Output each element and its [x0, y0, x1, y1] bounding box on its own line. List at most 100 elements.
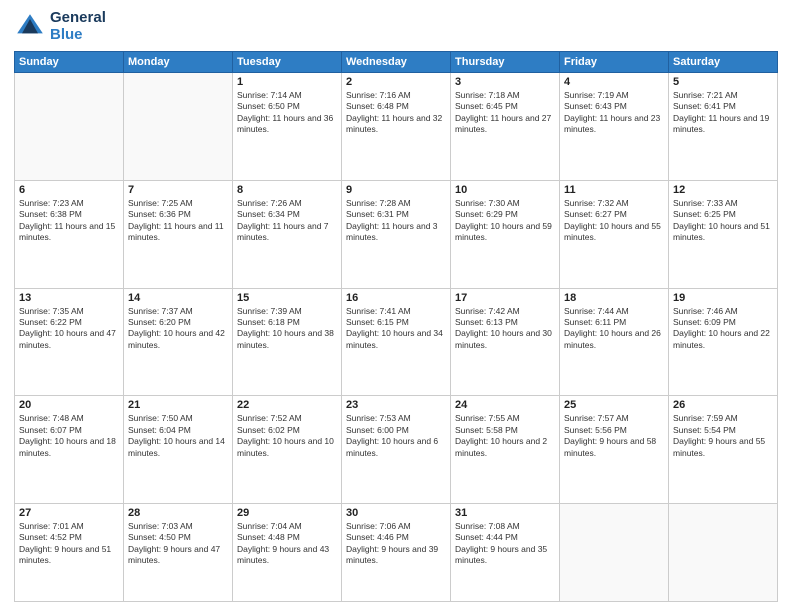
day-number: 25 [564, 399, 664, 411]
day-info: Sunrise: 7:18 AM Sunset: 6:45 PM Dayligh… [455, 90, 555, 136]
table-row [124, 73, 233, 181]
table-row: 6 Sunrise: 7:23 AM Sunset: 6:38 PM Daylig… [15, 180, 124, 288]
day-info: Sunrise: 7:06 AM Sunset: 4:46 PM Dayligh… [346, 521, 446, 567]
day-info: Sunrise: 7:14 AM Sunset: 6:50 PM Dayligh… [237, 90, 337, 136]
table-row: 30 Sunrise: 7:06 AM Sunset: 4:46 PM Dayli… [342, 504, 451, 602]
logo: General Blue [14, 10, 106, 43]
table-row: 9 Sunrise: 7:28 AM Sunset: 6:31 PM Daylig… [342, 180, 451, 288]
day-number: 10 [455, 184, 555, 196]
logo-icon [14, 11, 46, 43]
table-row: 12 Sunrise: 7:33 AM Sunset: 6:25 PM Dayli… [669, 180, 778, 288]
col-wednesday: Wednesday [342, 52, 451, 73]
table-row [15, 73, 124, 181]
day-number: 16 [346, 292, 446, 304]
day-number: 28 [128, 507, 228, 519]
day-info: Sunrise: 7:44 AM Sunset: 6:11 PM Dayligh… [564, 306, 664, 352]
day-number: 8 [237, 184, 337, 196]
day-info: Sunrise: 7:19 AM Sunset: 6:43 PM Dayligh… [564, 90, 664, 136]
day-info: Sunrise: 7:35 AM Sunset: 6:22 PM Dayligh… [19, 306, 119, 352]
table-row: 17Sunrise: 7:42 AM Sunset: 6:13 PM Dayli… [451, 288, 560, 396]
calendar-header-row: Sunday Monday Tuesday Wednesday Thursday… [15, 52, 778, 73]
table-row: 8 Sunrise: 7:26 AM Sunset: 6:34 PM Daylig… [233, 180, 342, 288]
table-row: 1 Sunrise: 7:14 AM Sunset: 6:50 PM Daylig… [233, 73, 342, 181]
day-number: 24 [455, 399, 555, 411]
day-number: 9 [346, 184, 446, 196]
table-row: 15 Sunrise: 7:39 AM Sunset: 6:18 PM Dayli… [233, 288, 342, 396]
table-row: 14 Sunrise: 7:37 AM Sunset: 6:20 PM Dayli… [124, 288, 233, 396]
day-number: 6 [19, 184, 119, 196]
day-number: 23 [346, 399, 446, 411]
day-number: 12 [673, 184, 773, 196]
table-row: 27 Sunrise: 7:01 AM Sunset: 4:52 PM Dayli… [15, 504, 124, 602]
calendar-week-row: 1 Sunrise: 7:14 AM Sunset: 6:50 PM Daylig… [15, 73, 778, 181]
day-number: 14 [128, 292, 228, 304]
day-info: Sunrise: 7:46 AM Sunset: 6:09 PM Dayligh… [673, 306, 773, 352]
day-info: Sunrise: 7:48 AM Sunset: 6:07 PM Dayligh… [19, 413, 119, 459]
table-row: 21 Sunrise: 7:50 AM Sunset: 6:04 PM Dayli… [124, 396, 233, 504]
table-row: 16Sunrise: 7:41 AM Sunset: 6:15 PM Dayli… [342, 288, 451, 396]
table-row: 25Sunrise: 7:57 AM Sunset: 5:56 PM Dayli… [560, 396, 669, 504]
day-info: Sunrise: 7:08 AM Sunset: 4:44 PM Dayligh… [455, 521, 555, 567]
table-row: 5 Sunrise: 7:21 AM Sunset: 6:41 PM Daylig… [669, 73, 778, 181]
day-info: Sunrise: 7:28 AM Sunset: 6:31 PM Dayligh… [346, 198, 446, 244]
day-info: Sunrise: 7:30 AM Sunset: 6:29 PM Dayligh… [455, 198, 555, 244]
table-row: 3 Sunrise: 7:18 AM Sunset: 6:45 PM Daylig… [451, 73, 560, 181]
header: General Blue [14, 10, 778, 43]
table-row: 31 Sunrise: 7:08 AM Sunset: 4:44 PM Dayli… [451, 504, 560, 602]
table-row: 28 Sunrise: 7:03 AM Sunset: 4:50 PM Dayli… [124, 504, 233, 602]
calendar-week-row: 20Sunrise: 7:48 AM Sunset: 6:07 PM Dayli… [15, 396, 778, 504]
col-thursday: Thursday [451, 52, 560, 73]
day-number: 27 [19, 507, 119, 519]
col-tuesday: Tuesday [233, 52, 342, 73]
table-row: 29 Sunrise: 7:04 AM Sunset: 4:48 PM Dayli… [233, 504, 342, 602]
table-row: 23 Sunrise: 7:53 AM Sunset: 6:00 PM Dayli… [342, 396, 451, 504]
table-row: 7Sunrise: 7:25 AM Sunset: 6:36 PM Daylig… [124, 180, 233, 288]
day-info: Sunrise: 7:26 AM Sunset: 6:34 PM Dayligh… [237, 198, 337, 244]
day-info: Sunrise: 7:42 AM Sunset: 6:13 PM Dayligh… [455, 306, 555, 352]
day-number: 3 [455, 76, 555, 88]
table-row: 22 Sunrise: 7:52 AM Sunset: 6:02 PM Dayli… [233, 396, 342, 504]
table-row [560, 504, 669, 602]
col-sunday: Sunday [15, 52, 124, 73]
day-info: Sunrise: 7:23 AM Sunset: 6:38 PM Dayligh… [19, 198, 119, 244]
day-number: 1 [237, 76, 337, 88]
day-number: 15 [237, 292, 337, 304]
day-info: Sunrise: 7:21 AM Sunset: 6:41 PM Dayligh… [673, 90, 773, 136]
calendar-week-row: 6 Sunrise: 7:23 AM Sunset: 6:38 PM Daylig… [15, 180, 778, 288]
day-number: 31 [455, 507, 555, 519]
day-info: Sunrise: 7:52 AM Sunset: 6:02 PM Dayligh… [237, 413, 337, 459]
day-number: 5 [673, 76, 773, 88]
table-row: 26 Sunrise: 7:59 AM Sunset: 5:54 PM Dayli… [669, 396, 778, 504]
day-number: 13 [19, 292, 119, 304]
day-info: Sunrise: 7:25 AM Sunset: 6:36 PM Dayligh… [128, 198, 228, 244]
calendar-week-row: 27 Sunrise: 7:01 AM Sunset: 4:52 PM Dayli… [15, 504, 778, 602]
day-number: 30 [346, 507, 446, 519]
day-info: Sunrise: 7:03 AM Sunset: 4:50 PM Dayligh… [128, 521, 228, 567]
day-number: 22 [237, 399, 337, 411]
day-info: Sunrise: 7:50 AM Sunset: 6:04 PM Dayligh… [128, 413, 228, 459]
day-info: Sunrise: 7:16 AM Sunset: 6:48 PM Dayligh… [346, 90, 446, 136]
day-info: Sunrise: 7:39 AM Sunset: 6:18 PM Dayligh… [237, 306, 337, 352]
table-row: 2Sunrise: 7:16 AM Sunset: 6:48 PM Daylig… [342, 73, 451, 181]
day-info: Sunrise: 7:59 AM Sunset: 5:54 PM Dayligh… [673, 413, 773, 459]
table-row: 18 Sunrise: 7:44 AM Sunset: 6:11 PM Dayli… [560, 288, 669, 396]
day-number: 29 [237, 507, 337, 519]
day-info: Sunrise: 7:33 AM Sunset: 6:25 PM Dayligh… [673, 198, 773, 244]
table-row: 19Sunrise: 7:46 AM Sunset: 6:09 PM Dayli… [669, 288, 778, 396]
calendar-week-row: 13 Sunrise: 7:35 AM Sunset: 6:22 PM Dayli… [15, 288, 778, 396]
day-number: 21 [128, 399, 228, 411]
day-info: Sunrise: 7:37 AM Sunset: 6:20 PM Dayligh… [128, 306, 228, 352]
calendar-table: Sunday Monday Tuesday Wednesday Thursday… [14, 51, 778, 602]
day-number: 26 [673, 399, 773, 411]
table-row [669, 504, 778, 602]
day-number: 4 [564, 76, 664, 88]
table-row: 24 Sunrise: 7:55 AM Sunset: 5:58 PM Dayli… [451, 396, 560, 504]
day-number: 11 [564, 184, 664, 196]
col-monday: Monday [124, 52, 233, 73]
day-info: Sunrise: 7:53 AM Sunset: 6:00 PM Dayligh… [346, 413, 446, 459]
day-info: Sunrise: 7:55 AM Sunset: 5:58 PM Dayligh… [455, 413, 555, 459]
day-info: Sunrise: 7:04 AM Sunset: 4:48 PM Dayligh… [237, 521, 337, 567]
table-row: 20Sunrise: 7:48 AM Sunset: 6:07 PM Dayli… [15, 396, 124, 504]
day-info: Sunrise: 7:01 AM Sunset: 4:52 PM Dayligh… [19, 521, 119, 567]
day-number: 18 [564, 292, 664, 304]
